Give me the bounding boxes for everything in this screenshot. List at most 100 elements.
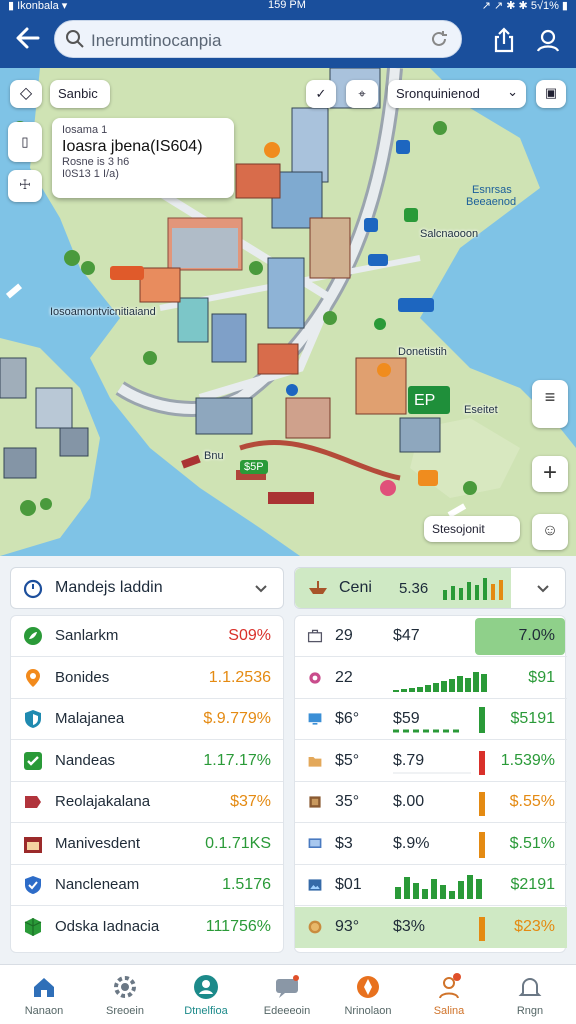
nav-item-chat[interactable]: Edeeeoin xyxy=(247,969,327,1023)
nav-item-home[interactable]: Nanaon xyxy=(4,969,84,1023)
person-map-icon[interactable]: ☺ xyxy=(532,514,568,550)
status-indicators: ↗ ↗ ✱ ✱ 5√1% ▮ xyxy=(481,0,568,12)
table-row[interactable]: 22 $91 xyxy=(295,658,567,699)
nav-label: Sreoein xyxy=(106,1005,144,1017)
map-label-harbor: Eseitet xyxy=(464,404,498,416)
row-change: $91 xyxy=(528,668,555,686)
chevron-down-icon xyxy=(537,585,549,593)
nav-label: Dtnelfioa xyxy=(184,1005,228,1017)
list-item-name: Nandeas xyxy=(55,751,116,769)
back-arrow-icon[interactable] xyxy=(12,22,44,54)
parking-badge[interactable]: EP xyxy=(414,392,435,410)
gear-icon xyxy=(114,976,136,998)
table-row[interactable]: $5° $.79 1.539% xyxy=(295,741,567,782)
nav-label: Nrinolaon xyxy=(344,1005,392,1017)
pin-dot-icon xyxy=(307,670,323,686)
list-item-name: Reolajakalana xyxy=(55,793,151,810)
list-item-name: Manivesdent xyxy=(55,834,141,852)
table-row[interactable]: 93° $3% $23% xyxy=(295,906,567,948)
list-item-name: Nancleneam xyxy=(55,876,140,893)
image-icon xyxy=(307,877,323,893)
table-row[interactable]: $6° $59 $5191 xyxy=(295,699,567,740)
monitor-icon xyxy=(307,711,323,727)
home-icon xyxy=(34,978,54,997)
list-item[interactable]: Nandeas 1.17.17% xyxy=(11,741,283,782)
right-dropdown-label: Ceni xyxy=(339,579,372,596)
list-item-value: 111756% xyxy=(205,917,271,935)
mini-bar-chart xyxy=(443,578,503,600)
list-item[interactable]: Sanlarkm S09% xyxy=(11,616,283,657)
row-count: 93° xyxy=(335,917,360,935)
list-item[interactable]: Malajanea $.9.779% xyxy=(11,699,283,740)
sparkline-chart xyxy=(393,671,487,692)
chevron-down-icon xyxy=(255,585,267,593)
clock-icon xyxy=(23,579,43,599)
layers-icon[interactable]: ≡ xyxy=(532,380,568,428)
check-icon xyxy=(23,751,43,771)
sparkline-chart xyxy=(395,875,482,899)
table-row[interactable]: $01 $2191 xyxy=(295,865,567,906)
nav-label: Edeeeoin xyxy=(263,1005,311,1017)
row-count: 35° xyxy=(335,793,360,810)
list-item[interactable]: Reolajakalana $37% xyxy=(11,782,283,823)
row-change: 1.539% xyxy=(500,751,555,769)
nav-item-person[interactable]: Salina xyxy=(409,969,489,1023)
location-callout[interactable]: Iosama 1 Ioasra jbena(IS604) Rosne is 3 … xyxy=(52,118,234,198)
table-row[interactable]: 29 $47 7.0% xyxy=(295,616,567,657)
boat-icon xyxy=(309,581,327,594)
refresh-icon[interactable] xyxy=(429,29,449,49)
phone-icon[interactable]: ▯ xyxy=(8,122,42,162)
map-chip-left[interactable]: Sanbic xyxy=(50,80,110,108)
nav-item-bell[interactable]: Rngn xyxy=(490,969,570,1023)
list-item[interactable]: Odska Iadnacia 111756% xyxy=(11,907,283,948)
list-item[interactable]: Manivesdent 0.1.71KS xyxy=(11,824,283,865)
status-carrier: ▮ Ikonbala ▾ xyxy=(8,0,68,12)
callout-title: Ioasra jbena(IS604) xyxy=(62,138,203,155)
city-map[interactable]: ◇ Sanbic ✓ ⌖ Sronquinienod ⌄ ▣ ▯ ☩ Iosam… xyxy=(0,68,576,556)
profile-icon[interactable] xyxy=(534,26,562,54)
calendar-icon xyxy=(23,834,43,854)
recenter-button[interactable]: ◇ xyxy=(10,80,42,108)
crosshair-icon[interactable]: ⌖ xyxy=(346,80,378,108)
list-item[interactable]: Bonides 1.1.2536 xyxy=(11,658,283,699)
bottom-navigation: Nanaon Sreoein Dtnelfioa Edeeeoin Nrinolaon S… xyxy=(0,964,576,1024)
left-category-dropdown[interactable]: Mandejs laddin xyxy=(10,567,284,609)
map-label-water2: Beeaenod xyxy=(466,196,517,208)
list-item[interactable]: Nancleneam 1.5176 xyxy=(11,865,283,906)
status-bar: ▮ Ikonbala ▾ 159 PM ↗ ↗ ✱ ✱ 5√1% ▮ xyxy=(0,0,576,12)
row-price: $.79 xyxy=(393,751,425,769)
briefcase-icon xyxy=(307,628,323,644)
row-change: $23% xyxy=(514,917,555,935)
nav-label: Salina xyxy=(433,1005,465,1017)
callout-line1: Iosama 1 xyxy=(62,124,108,136)
list-item-name: Sanlarkm xyxy=(55,627,119,644)
map-label-station[interactable]: Stesojonit xyxy=(424,516,520,542)
search-bar[interactable]: Inerumtinocanpia xyxy=(54,20,462,58)
list-item-value: 1.5176 xyxy=(222,876,271,893)
right-category-dropdown[interactable]: Ceni 5.36 xyxy=(294,567,566,609)
map-label-east: Salcnaooon xyxy=(420,228,479,240)
row-price: $3% xyxy=(393,917,426,935)
chat-icon xyxy=(276,975,299,998)
row-change: $2191 xyxy=(510,876,556,893)
list-item-value: 0.1.71KS xyxy=(205,834,271,852)
search-input[interactable]: Inerumtinocanpia xyxy=(91,31,221,51)
cube-icon xyxy=(23,917,43,937)
zoom-in-icon[interactable]: + xyxy=(532,456,568,492)
nav-item-gear[interactable]: Sreoein xyxy=(85,969,165,1023)
shield-check-icon xyxy=(23,875,43,895)
check-icon[interactable]: ✓ xyxy=(306,80,336,108)
list-item-value: $.9.779% xyxy=(203,710,271,727)
share-icon[interactable] xyxy=(490,26,518,54)
settings-square-icon[interactable]: ▣ xyxy=(536,80,566,108)
table-row[interactable]: $3 $.9% $.51% xyxy=(295,824,567,865)
price-badge[interactable]: $5P xyxy=(240,460,268,474)
map-layer-select[interactable]: Sronquinienod ⌄ xyxy=(388,80,526,108)
table-row[interactable]: 35° $.00 $.55% xyxy=(295,782,567,823)
row-change: $.51% xyxy=(509,834,555,852)
nav-item-user-circle[interactable]: Dtnelfioa xyxy=(166,969,246,1023)
right-list-panel: 29 $47 7.0% 22 $91 $6° $59 $5191 $5° $.79 1.539% 35… xyxy=(294,615,567,953)
row-count: $3 xyxy=(335,834,353,852)
compass-map-icon[interactable]: ☩ xyxy=(8,170,42,202)
nav-item-compass[interactable]: Nrinolaon xyxy=(328,969,408,1023)
